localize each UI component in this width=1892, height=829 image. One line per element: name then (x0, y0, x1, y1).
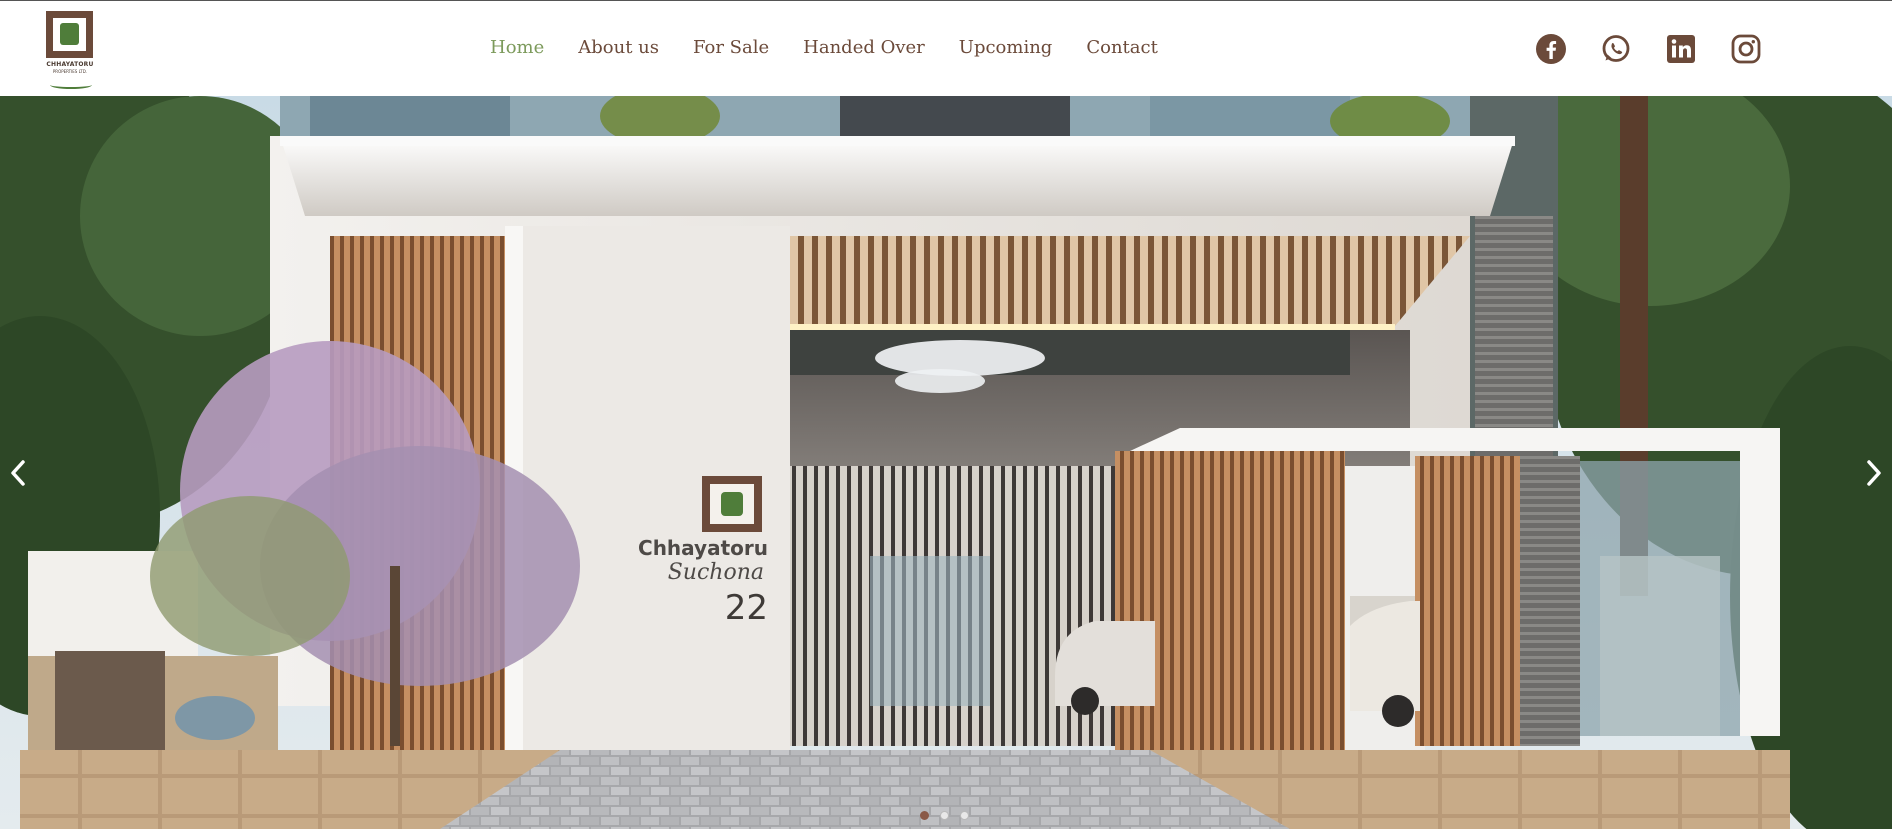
social-links (1535, 33, 1795, 65)
instagram-icon[interactable] (1730, 33, 1762, 65)
slider-dot-3[interactable] (960, 811, 969, 820)
logo-name: CHHAYATORU (46, 61, 94, 68)
nav-about-us[interactable]: About us (578, 37, 659, 58)
nav-for-sale[interactable]: For Sale (693, 37, 769, 58)
slider-prev-button[interactable] (0, 451, 36, 495)
chevron-right-icon (1867, 460, 1881, 486)
main-nav: Home About us For Sale Handed Over Upcom… (490, 37, 1192, 58)
hero-slider: Chhayatoru Suchona 22 (0, 96, 1892, 829)
signage-line-2: Suchona (667, 560, 764, 585)
site-header: CHHAYATORU PROPERTIES LTD. Home About us… (0, 0, 1892, 96)
site-logo[interactable]: CHHAYATORU PROPERTIES LTD. (44, 11, 96, 89)
nav-upcoming[interactable]: Upcoming (959, 37, 1053, 58)
signage-logo-mark (702, 476, 762, 532)
slider-next-button[interactable] (1856, 451, 1892, 495)
linkedin-icon[interactable] (1665, 33, 1697, 65)
signage-line-1: Chhayatoru (638, 536, 768, 560)
nav-handed-over[interactable]: Handed Over (803, 37, 925, 58)
slider-dot-1[interactable] (920, 811, 929, 820)
slider-pagination (920, 811, 980, 820)
whatsapp-icon[interactable] (1600, 33, 1632, 65)
building-signage: Chhayatoru Suchona 22 (636, 476, 768, 636)
facebook-icon[interactable] (1535, 33, 1567, 65)
logo-mark (46, 11, 93, 58)
logo-swoosh (50, 81, 92, 89)
hero-image (0, 96, 1892, 829)
nav-contact[interactable]: Contact (1086, 37, 1157, 58)
nav-home[interactable]: Home (490, 37, 544, 58)
slider-dot-2[interactable] (940, 811, 949, 820)
signage-line-3: 22 (724, 588, 768, 628)
chevron-left-icon (11, 460, 25, 486)
logo-subtitle: PROPERTIES LTD. (52, 69, 88, 74)
